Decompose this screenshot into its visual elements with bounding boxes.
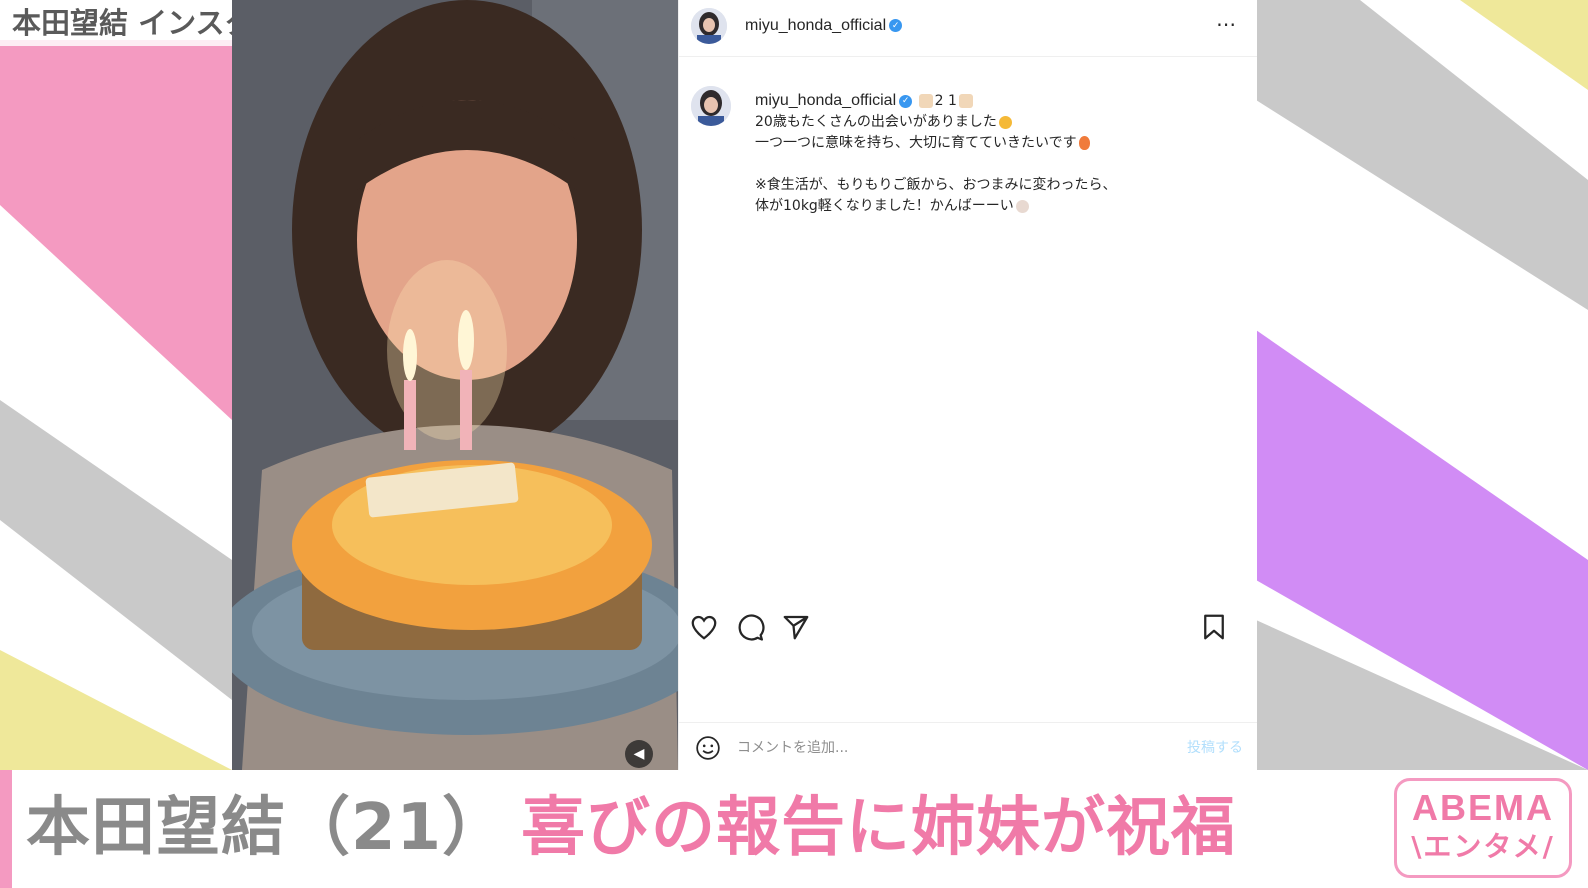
fire-emoji-icon [1078,136,1090,150]
post-panel: miyu_honda_official ✓ ⋯ miyu_honda_offici… [678,0,1257,770]
share-icon[interactable] [781,612,811,642]
emoji-smiley-icon[interactable] [695,735,721,761]
avatar[interactable] [691,8,727,44]
post-username[interactable]: miyu_honda_official ✓ [745,17,903,35]
cheers-emoji-icon [1015,199,1029,213]
heart-icon[interactable] [689,612,719,642]
caption-blank-line [755,154,1235,175]
caption-avatar[interactable] [691,86,731,126]
bookmark-icon[interactable] [1199,612,1229,642]
hands-emoji-icon [918,94,933,108]
headline-banner: 本田望結（21） 喜びの報告に姉妹が祝福 ABEMA \エンタメ/ [0,770,1588,888]
post-header: miyu_honda_official ✓ ⋯ [679,0,1257,57]
caption-line: 一つ一つに意味を持ち、大切に育てていきたいです [755,135,1077,151]
post-photo[interactable]: ◀ [232,0,678,770]
abema-logo: ABEMA \エンタメ/ [1394,778,1572,878]
logo-line2: \エンタメ/ [1411,830,1555,863]
verified-badge-icon: ✓ [889,19,903,33]
logo-line1: ABEMA [1412,787,1554,828]
post-comment-button[interactable]: 投稿する [1187,737,1243,757]
hands-emoji-icon [958,94,973,108]
caption-username[interactable]: miyu_honda_official [755,92,896,109]
mute-icon[interactable]: ◀ [625,740,653,768]
caption-line: 体が10kg軽くなりました！かんばーーい [755,198,1014,214]
caption-line: ※食生活が、もりもりご飯から、おつまみに変わったら、 [755,177,1117,193]
verified-badge-icon: ✓ [899,94,913,108]
post-actions [679,604,1257,654]
banner-accent-bar [0,770,12,888]
post-caption: miyu_honda_official ✓ 2 1 20歳もたくさんの出会いがあり… [755,90,1235,217]
handshake-emoji-icon [998,115,1012,129]
comment-input[interactable] [735,735,1119,761]
caption-line: 20歳もたくさんの出会いがありました [755,114,997,130]
username-text[interactable]: miyu_honda_official [745,17,886,34]
caption-title-number: 2 1 [934,93,957,109]
headline-name: 本田望結（21） [26,791,508,865]
add-comment-row: 投稿する [679,722,1257,771]
headline: 本田望結（21） 喜びの報告に姉妹が祝福 [26,778,1236,878]
headline-text: 喜びの報告に姉妹が祝福 [521,791,1237,865]
more-options-icon[interactable]: ⋯ [1216,12,1237,36]
comment-icon[interactable] [735,612,765,642]
